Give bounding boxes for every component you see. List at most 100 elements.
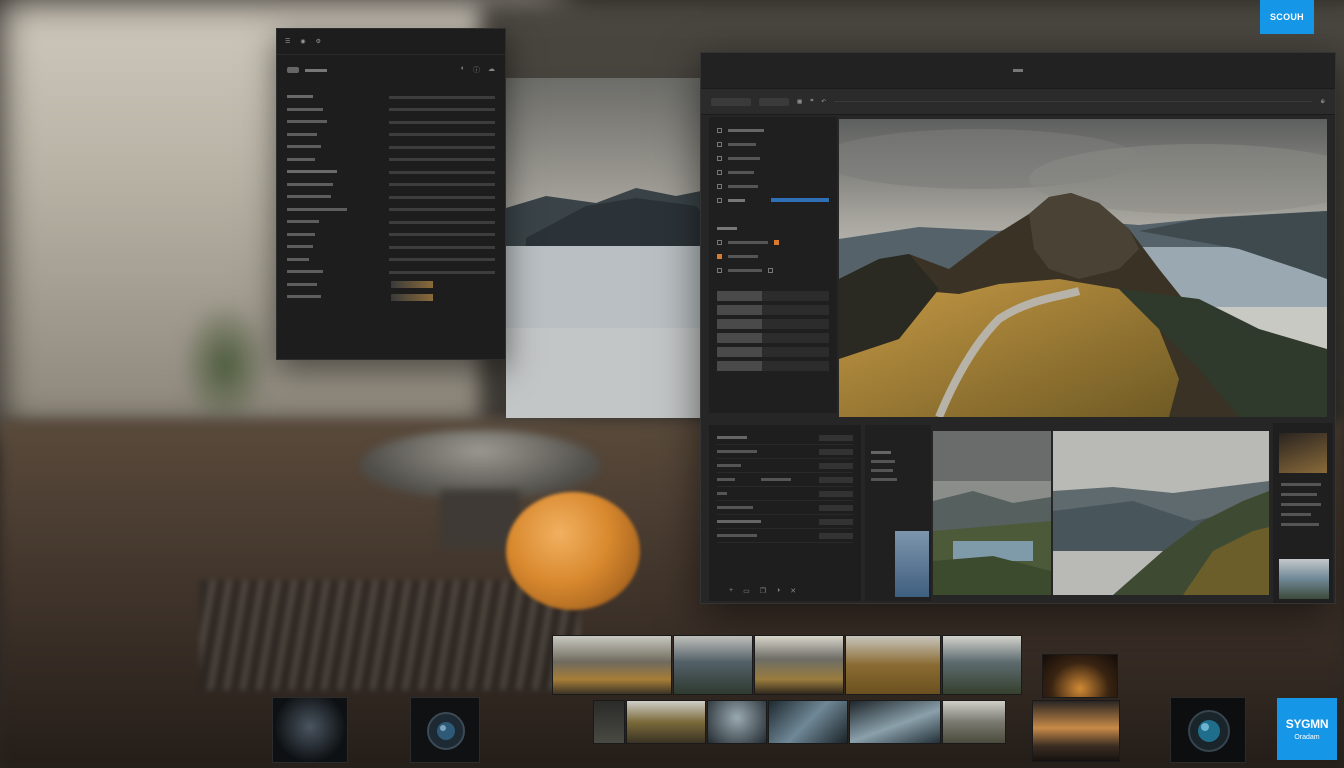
filmstrip-thumbnail[interactable]	[845, 635, 941, 695]
sidebar-item-selected[interactable]	[717, 193, 829, 207]
adjustment-slider[interactable]	[717, 291, 829, 301]
list-item[interactable]	[287, 166, 495, 179]
panel-icon-bar: + ▭ ❐ ◑ ✕	[729, 587, 796, 595]
color-tag-icon	[774, 239, 779, 245]
color-swatch[interactable]	[895, 531, 929, 597]
thumbnail[interactable]	[272, 697, 348, 763]
toolbar-chip[interactable]	[759, 97, 789, 106]
selection-highlight	[771, 198, 829, 202]
adjustment-slider[interactable]	[717, 305, 829, 315]
sidebar-item[interactable]	[717, 151, 829, 165]
gradient-swatch[interactable]	[391, 293, 433, 301]
filmstrip-thumbnail[interactable]	[552, 635, 672, 695]
lens-thumbnail[interactable]	[410, 697, 480, 763]
list-item[interactable]	[287, 266, 495, 279]
filmstrip-thumbnail[interactable]	[849, 700, 941, 744]
filmstrip-thumbnail[interactable]	[626, 700, 706, 744]
sidebar-item[interactable]	[717, 123, 829, 137]
list-item[interactable]	[287, 254, 495, 267]
eye-icon[interactable]: ◐	[461, 65, 465, 75]
filmstrip-thumbnail[interactable]	[1042, 654, 1118, 698]
sidebar-item[interactable]	[717, 235, 829, 249]
preview-strip	[1273, 423, 1333, 603]
adjustment-slider[interactable]	[717, 333, 829, 343]
property-row[interactable]	[717, 459, 853, 473]
list-item[interactable]	[287, 116, 495, 129]
sidebar-item[interactable]	[717, 249, 829, 263]
copy-icon[interactable]: ❐	[760, 587, 766, 595]
cloud-icon[interactable]: ☁	[488, 65, 495, 75]
undo-icon[interactable]: ↶	[821, 99, 826, 105]
mask-icon[interactable]: ◑	[776, 587, 780, 595]
grid-icon[interactable]: ▦	[797, 99, 802, 105]
list-item[interactable]	[287, 104, 495, 117]
toolbar-chip[interactable]	[711, 97, 751, 106]
list-item[interactable]	[287, 279, 495, 292]
info-icon[interactable]: ⓘ	[473, 65, 480, 75]
metal-rack	[200, 580, 580, 690]
adjustment-slider[interactable]	[717, 347, 829, 357]
list-item[interactable]	[287, 291, 495, 304]
brand-badge-label: SCOUH	[1269, 12, 1304, 22]
filmstrip-thumbnail[interactable]	[754, 635, 844, 695]
color-tag-icon	[717, 253, 722, 259]
main-photo-canvas[interactable]	[839, 119, 1327, 417]
editor-sidebar	[709, 117, 837, 413]
list-item[interactable]	[287, 229, 495, 242]
thumbnail[interactable]	[1279, 559, 1329, 599]
lens-thumbnail[interactable]	[1170, 697, 1246, 763]
sidebar-item[interactable]	[717, 263, 829, 277]
brand-logo-title: SYGMN	[1285, 717, 1329, 731]
list-item[interactable]	[287, 191, 495, 204]
list-item[interactable]	[287, 241, 495, 254]
filmstrip-thumbnail[interactable]	[1032, 700, 1120, 762]
thumbnail[interactable]	[1053, 431, 1269, 595]
brand-logo-subtitle: Oradam	[1294, 734, 1320, 741]
property-row[interactable]	[717, 529, 853, 543]
sidebar-item[interactable]	[717, 179, 829, 193]
adjustment-slider[interactable]	[717, 361, 829, 371]
brand-logo[interactable]: SYGMN Oradam	[1277, 698, 1337, 760]
thumbnail[interactable]	[1279, 433, 1327, 473]
list-item[interactable]	[287, 154, 495, 167]
thumbnail[interactable]	[933, 431, 1051, 595]
list-item[interactable]	[287, 204, 495, 217]
adjustment-slider[interactable]	[717, 319, 829, 329]
gradient-swatch[interactable]	[391, 281, 433, 289]
property-row[interactable]	[717, 501, 853, 515]
trash-icon[interactable]: ✕	[790, 587, 796, 595]
list-item[interactable]	[287, 179, 495, 192]
brand-badge[interactable]: SCOUH	[1260, 0, 1314, 34]
property-row[interactable]	[717, 445, 853, 459]
menu-icon[interactable]: ☰	[285, 38, 290, 45]
filmstrip-thumbnail[interactable]	[673, 635, 753, 695]
settings-panel: ☰ ◉ ⚙ ◐ ⓘ ☁	[276, 28, 506, 360]
panel-title-placeholder	[305, 68, 327, 72]
property-row[interactable]	[717, 431, 853, 445]
property-row[interactable]	[717, 473, 853, 487]
camera-icon[interactable]: ◉	[300, 38, 305, 45]
crop-icon[interactable]: ⌗	[810, 98, 813, 105]
settings-icon[interactable]: ⚙	[316, 38, 321, 45]
filmstrip-thumbnail[interactable]	[593, 700, 625, 744]
panel-header: ◐ ⓘ ☁	[277, 55, 505, 85]
list-item[interactable]	[287, 91, 495, 104]
layers-panel	[865, 425, 931, 601]
sidebar-item[interactable]	[717, 221, 829, 235]
filmstrip-thumbnail[interactable]	[942, 700, 1006, 744]
filmstrip-thumbnail[interactable]	[768, 700, 848, 744]
list-item[interactable]	[287, 216, 495, 229]
photo-editor-window: ▦ ⌗ ↶ ⊕ + ▭ ❐ ◑ ✕	[700, 52, 1336, 604]
add-icon[interactable]: +	[729, 587, 733, 595]
sidebar-item[interactable]	[717, 165, 829, 179]
filmstrip-thumbnail[interactable]	[707, 700, 767, 744]
list-item[interactable]	[287, 129, 495, 142]
folder-icon[interactable]: ▭	[743, 587, 750, 595]
list-item[interactable]	[287, 141, 495, 154]
filmstrip-thumbnail[interactable]	[942, 635, 1022, 695]
property-row[interactable]	[717, 487, 853, 501]
panel-rows	[277, 85, 505, 310]
property-row[interactable]	[717, 515, 853, 529]
zoom-icon[interactable]: ⊕	[1320, 99, 1325, 105]
sidebar-item[interactable]	[717, 137, 829, 151]
